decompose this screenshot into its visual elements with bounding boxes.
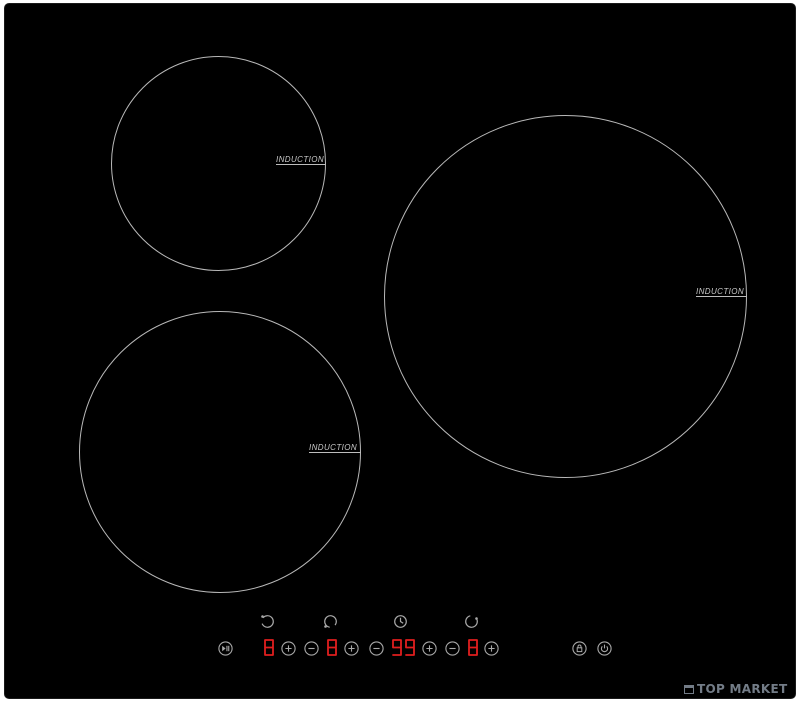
watermark: TOP MARKET	[684, 682, 788, 696]
right-zone-icon	[464, 614, 479, 629]
zone-label-underline	[696, 296, 747, 297]
pause-play-button[interactable]	[218, 641, 233, 656]
zone-2-plus-button[interactable]	[344, 641, 359, 656]
zone-label-underline	[309, 452, 361, 453]
induction-cooktop: INDUCTION INDUCTION INDUCTION 8 8	[4, 3, 796, 699]
cooking-zone-right[interactable]	[384, 115, 747, 478]
zone-label-rear-left: INDUCTION	[276, 155, 325, 164]
zone-2-minus-button[interactable]	[304, 641, 319, 656]
zone-label-underline	[276, 164, 326, 165]
zone-label-right: INDUCTION	[696, 287, 745, 296]
rear-left-zone-icon	[260, 614, 275, 629]
zone-1-plus-button[interactable]	[281, 641, 296, 656]
zone-label-front-left: INDUCTION	[309, 443, 358, 452]
front-left-zone-icon	[323, 614, 338, 629]
zone-3-plus-button[interactable]	[484, 641, 499, 656]
zone-2-power-display: 8	[326, 638, 338, 657]
store-icon	[684, 685, 694, 694]
zone-3-power-display: 8	[467, 638, 479, 657]
timer-icon	[393, 614, 408, 629]
power-button[interactable]	[597, 641, 612, 656]
timer-minus-button[interactable]	[369, 641, 384, 656]
lock-button[interactable]	[572, 641, 587, 656]
zone-1-power-display: 8	[263, 638, 275, 657]
zone-3-minus-button[interactable]	[445, 641, 460, 656]
timer-plus-button[interactable]	[422, 641, 437, 656]
timer-display: 99	[391, 638, 417, 657]
